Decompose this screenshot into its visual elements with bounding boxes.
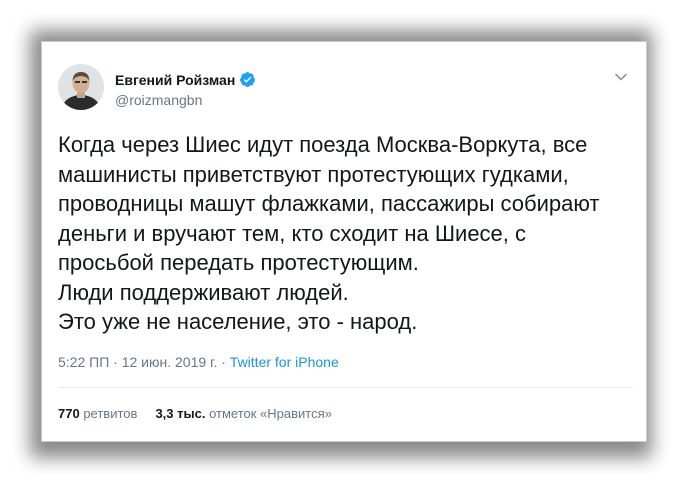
meta-separator: · (109, 354, 122, 370)
retweets-count: 770 (58, 406, 80, 421)
chevron-down-icon[interactable] (612, 68, 630, 86)
source-link[interactable]: Twitter for iPhone (230, 354, 339, 370)
tweet-line: проводницы машут флажками, пассажиры соб… (58, 191, 600, 216)
likes-count: 3,3 тыс. (155, 406, 206, 421)
tweet-card: Евгений Ройзман @roizmangbn Когда через … (41, 41, 647, 442)
tweet-time[interactable]: 5:22 ПП (58, 354, 109, 370)
tweet-stats: 770 ретвитов 3,3 тыс. отметок «Нравится» (58, 406, 332, 421)
tweet-line: машинисты приветствуют протестующих гудк… (58, 161, 569, 187)
likes-stat[interactable]: 3,3 тыс. отметок «Нравится» (155, 406, 331, 421)
avatar[interactable] (58, 64, 104, 110)
tweet-date[interactable]: 12 июн. 2019 г. (122, 354, 218, 370)
user-handle[interactable]: @roizmangbn (115, 92, 202, 108)
retweets-stat[interactable]: 770 ретвитов (58, 406, 137, 421)
meta-separator: · (217, 354, 230, 370)
retweets-label: ретвитов (83, 406, 138, 421)
tweet-line: Люди поддерживают людей. (58, 279, 349, 305)
tweet-line: деньги и вручают тем, кто сходит на Шиес… (58, 220, 527, 246)
tweet-text: Когда через Шиес идут поезда Москва-Ворк… (58, 130, 633, 337)
tweet-line: Когда через Шиес идут поезда Москва-Ворк… (58, 132, 588, 157)
tweet-meta: 5:22 ПП · 12 июн. 2019 г. · Twitter for … (58, 354, 339, 370)
likes-label: отметок «Нравится» (209, 406, 332, 421)
tweet-line: Это уже не население, это - народ. (58, 309, 418, 334)
tweet-line: просьбой передать протестующим. (58, 250, 419, 275)
divider (58, 387, 633, 388)
name-row: Евгений Ройзман (115, 71, 256, 88)
display-name[interactable]: Евгений Ройзман (115, 72, 235, 88)
verified-badge-icon (239, 71, 256, 88)
person-avatar-icon (58, 64, 104, 110)
